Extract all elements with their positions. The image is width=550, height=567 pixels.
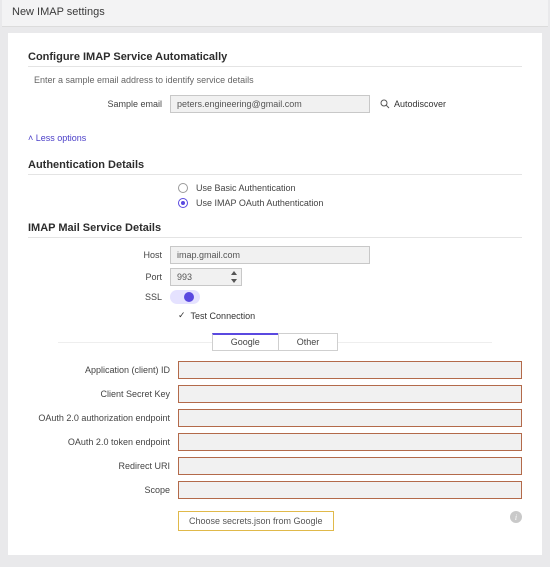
port-label: Port (28, 272, 170, 282)
oauth-provider-tabs: Google Other (28, 333, 522, 351)
sample-email-label: Sample email (28, 99, 170, 109)
tab-other[interactable]: Other (278, 333, 339, 351)
port-step-up[interactable] (227, 269, 241, 277)
basic-auth-label: Use Basic Authentication (196, 183, 296, 193)
test-connection-button[interactable]: ✓ Test Connection (178, 310, 522, 321)
client-secret-input[interactable] (178, 385, 522, 403)
tab-google[interactable]: Google (212, 333, 279, 351)
auth-endpoint-label: OAuth 2.0 authorization endpoint (28, 413, 178, 423)
configure-heading: Configure IMAP Service Automatically (28, 51, 522, 63)
chevron-down-icon (231, 279, 237, 283)
token-endpoint-label: OAuth 2.0 token endpoint (28, 437, 178, 447)
scope-label: Scope (28, 485, 178, 495)
settings-panel: Configure IMAP Service Automatically Ent… (8, 33, 542, 555)
configure-hint: Enter a sample email address to identify… (34, 75, 522, 85)
oauth-auth-radio[interactable]: Use IMAP OAuth Authentication (178, 198, 522, 208)
auth-endpoint-input[interactable] (178, 409, 522, 427)
check-icon: ✓ (178, 310, 186, 321)
page-title: New IMAP settings (2, 0, 548, 27)
redirect-uri-label: Redirect URI (28, 461, 178, 471)
ssl-label: SSL (28, 292, 170, 302)
chevron-up-icon (231, 271, 237, 275)
divider (28, 237, 522, 238)
search-icon (380, 99, 390, 109)
oauth-auth-label: Use IMAP OAuth Authentication (196, 198, 323, 208)
host-label: Host (28, 250, 170, 260)
client-secret-label: Client Secret Key (28, 389, 178, 399)
ssl-toggle[interactable] (170, 290, 200, 304)
less-options-link[interactable]: ˄ Less options (28, 133, 86, 143)
divider (28, 174, 522, 175)
mail-heading: IMAP Mail Service Details (28, 222, 522, 234)
port-step-down[interactable] (227, 277, 241, 285)
host-input[interactable] (170, 246, 370, 264)
auth-heading: Authentication Details (28, 159, 522, 171)
autodiscover-label: Autodiscover (394, 99, 446, 109)
basic-auth-radio[interactable]: Use Basic Authentication (178, 183, 522, 193)
client-id-label: Application (client) ID (28, 365, 178, 375)
test-connection-label: Test Connection (191, 311, 256, 321)
info-icon[interactable]: i (510, 511, 522, 523)
token-endpoint-input[interactable] (178, 433, 522, 451)
scope-input[interactable] (178, 481, 522, 499)
choose-secrets-button[interactable]: Choose secrets.json from Google (178, 511, 334, 531)
radio-checked-icon (178, 198, 188, 208)
redirect-uri-input[interactable] (178, 457, 522, 475)
divider (28, 66, 522, 67)
sample-email-input[interactable] (170, 95, 370, 113)
toggle-knob (184, 292, 194, 302)
radio-unchecked-icon (178, 183, 188, 193)
autodiscover-button[interactable]: Autodiscover (380, 99, 446, 109)
client-id-input[interactable] (178, 361, 522, 379)
